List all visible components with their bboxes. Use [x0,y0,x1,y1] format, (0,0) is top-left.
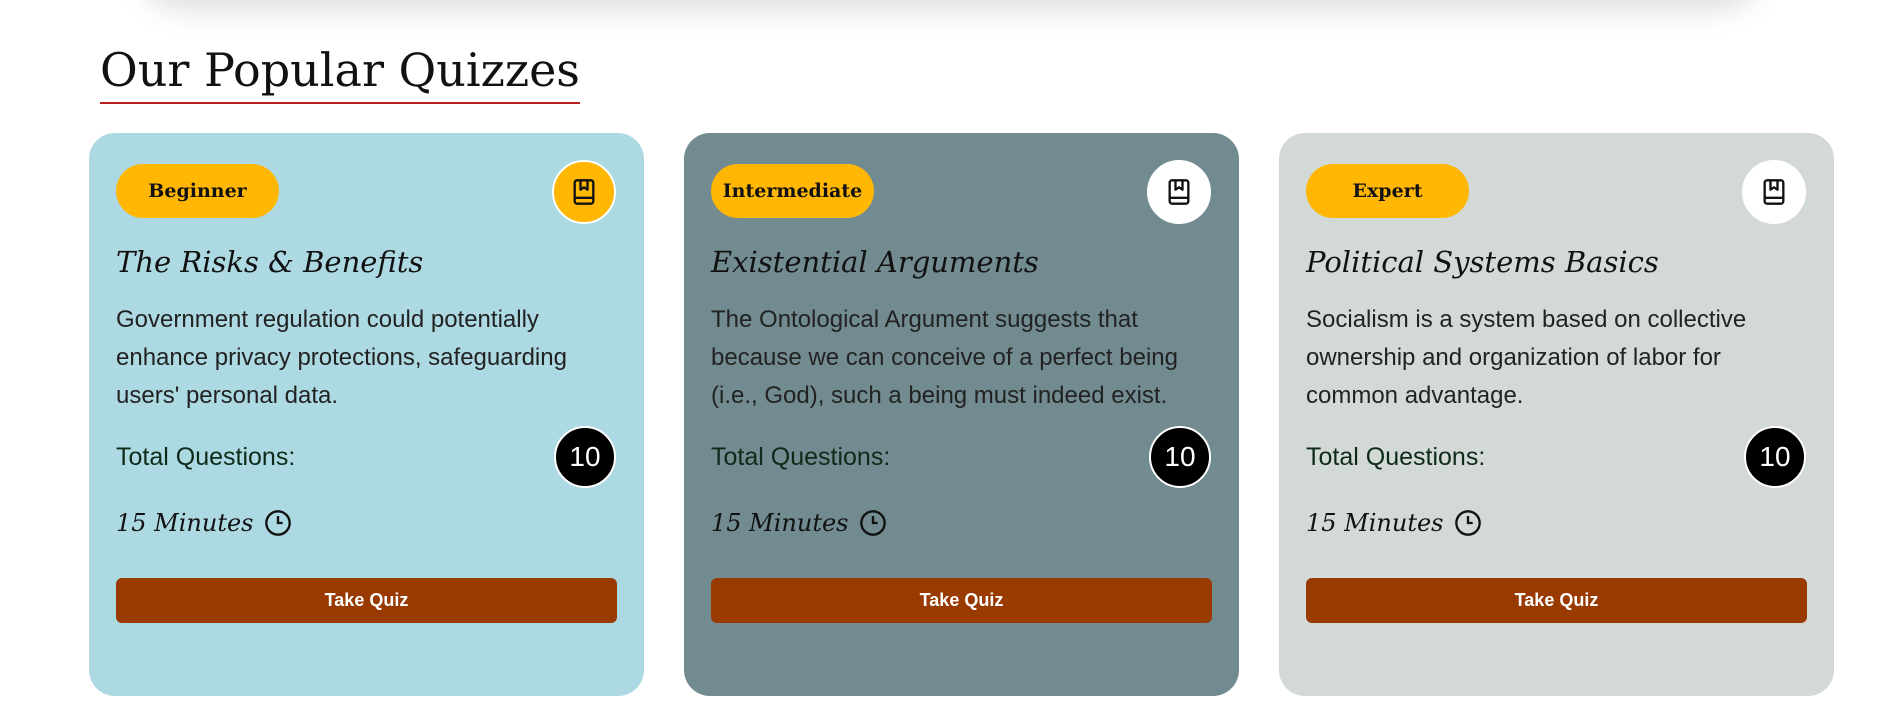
quiz-description: Government regulation could potentially … [116,306,567,409]
total-questions-label: Total Questions: [1306,443,1486,471]
total-questions-label: Total Questions: [711,443,891,471]
take-quiz-button[interactable]: Take Quiz [711,578,1212,623]
duration-text: 15 Minutes [1306,509,1444,537]
level-badge: Intermediate [711,164,874,218]
quiz-description: Socialism is a system based on collectiv… [1306,306,1747,409]
clock-icon [859,510,886,536]
book-bookmark-icon[interactable] [1742,160,1806,224]
duration-text: 15 Minutes [711,509,849,537]
take-quiz-button[interactable]: Take Quiz [1306,578,1807,623]
quiz-card-intermediate: Intermediate Existential Arguments The O… [684,133,1239,696]
quiz-card-list: Beginner The Risks & Benefits Government… [89,133,1834,696]
level-badge: Beginner [116,164,279,218]
section-title: Our Popular Quizzes [100,40,580,104]
take-quiz-button[interactable]: Take Quiz [116,578,617,623]
book-bookmark-icon[interactable] [1147,160,1211,224]
level-badge: Expert [1306,164,1469,218]
quiz-card-beginner: Beginner The Risks & Benefits Government… [89,133,644,696]
clock-icon [264,510,291,536]
question-count-badge: 10 [1744,426,1806,488]
quiz-duration: 15 Minutes [116,509,292,537]
quiz-title: Political Systems Basics [1306,245,1659,279]
quiz-duration: 15 Minutes [1306,509,1482,537]
quiz-description: The Ontological Argument suggests that b… [711,306,1178,409]
quiz-duration: 15 Minutes [711,509,887,537]
quiz-title: Existential Arguments [711,245,1039,279]
quiz-title: The Risks & Benefits [116,245,424,279]
book-bookmark-icon[interactable] [552,160,616,224]
duration-text: 15 Minutes [116,509,254,537]
question-count-badge: 10 [1149,426,1211,488]
total-questions-label: Total Questions: [116,443,296,471]
quiz-card-expert: Expert Political Systems Basics Socialis… [1279,133,1834,696]
question-count-badge: 10 [554,426,616,488]
clock-icon [1454,510,1481,536]
